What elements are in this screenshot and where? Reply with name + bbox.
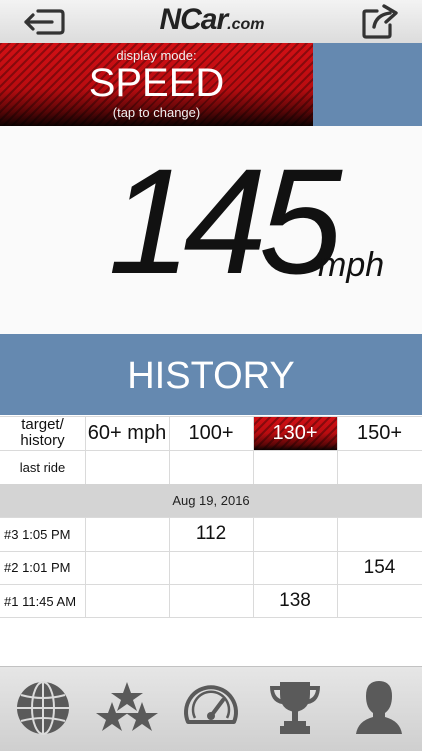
tab-trophy[interactable] xyxy=(264,678,326,738)
share-button[interactable] xyxy=(360,3,400,39)
grid-line xyxy=(0,416,422,417)
grid-line xyxy=(253,517,254,617)
ride-cell: 138 xyxy=(279,590,311,611)
stars-icon xyxy=(96,682,158,731)
logo-domain-text: .com xyxy=(227,16,265,33)
logo-main-text: NCar xyxy=(159,3,228,36)
tab-stars[interactable] xyxy=(96,678,158,738)
ride-row-label: #2 1:01 PM xyxy=(4,560,71,575)
grid-line xyxy=(337,517,338,617)
mode-side-panel xyxy=(313,43,422,126)
back-arrow-icon xyxy=(24,9,65,35)
grid-line xyxy=(169,416,170,484)
share-icon xyxy=(362,4,398,39)
column-header-130[interactable]: 130+ xyxy=(253,416,337,450)
tab-speedometer[interactable] xyxy=(180,678,242,738)
tab-profile[interactable] xyxy=(348,678,410,738)
speed-value: 145 xyxy=(108,137,342,305)
grid-line xyxy=(169,517,170,617)
ride-cell xyxy=(337,584,422,618)
ride-cell xyxy=(253,517,337,551)
grid-line xyxy=(253,416,254,484)
ride-row-label: #3 1:05 PM xyxy=(4,526,71,542)
ncar-logo: NCar.com xyxy=(150,3,274,41)
profile-icon xyxy=(356,681,402,734)
ride-cell xyxy=(253,551,337,584)
grid-line xyxy=(85,416,86,484)
globe-icon xyxy=(17,681,69,735)
ride-cell: 154 xyxy=(363,556,396,578)
back-button[interactable] xyxy=(22,7,66,37)
ride-cell xyxy=(85,517,169,551)
display-mode-value: SPEED xyxy=(88,61,225,105)
grid-line xyxy=(85,517,86,617)
ride-cell xyxy=(85,551,169,584)
ride-cell xyxy=(85,584,169,618)
ride-row-label: #1 11:45 AM xyxy=(4,593,77,609)
grid-line xyxy=(0,517,422,518)
grid-line xyxy=(0,551,422,552)
history-date: Aug 19, 2016 xyxy=(0,484,422,517)
trophy-icon xyxy=(270,682,320,734)
grid-line xyxy=(0,617,422,618)
ride-cell xyxy=(337,517,422,551)
history-title: HISTORY xyxy=(0,334,422,415)
ride-cell: 112 xyxy=(195,523,227,544)
speed-unit: mph xyxy=(318,246,385,284)
display-mode-toggle[interactable]: display mode: SPEED (tap to change) xyxy=(0,43,313,126)
grid-line xyxy=(0,450,422,451)
last-ride-label: last ride xyxy=(19,459,66,475)
tab-globe[interactable] xyxy=(12,678,74,738)
column-header-100[interactable]: 100+ xyxy=(169,416,253,450)
display-mode-hint: (tap to change) xyxy=(112,105,201,120)
ride-cell xyxy=(169,551,253,584)
ride-cell xyxy=(169,584,253,618)
grid-line xyxy=(0,584,422,585)
column-header-150[interactable]: 150+ xyxy=(337,416,422,450)
grid-line xyxy=(337,416,338,484)
column-header-60[interactable]: 60+ mph xyxy=(85,416,169,450)
speedometer-icon xyxy=(184,685,238,724)
table-header-label: target/ history xyxy=(20,416,65,449)
